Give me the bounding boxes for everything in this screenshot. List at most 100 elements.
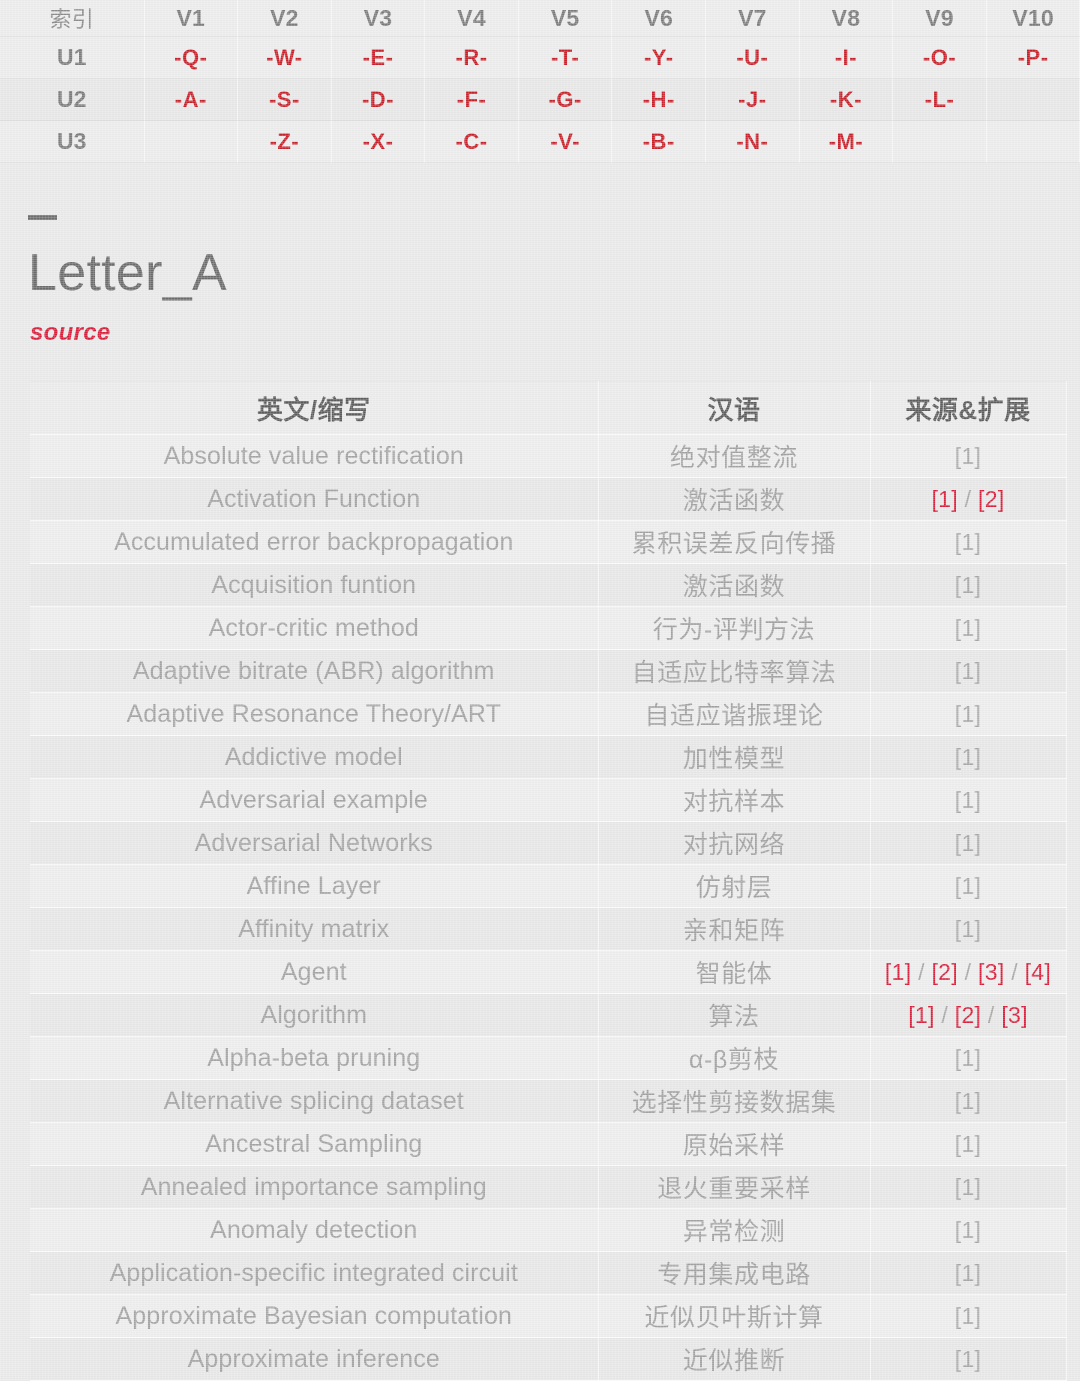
index-row-label: U3 <box>0 120 145 163</box>
index-letter-cell[interactable]: -V- <box>518 120 613 163</box>
glossary-term-english: Application-specific integrated circuit <box>30 1251 599 1296</box>
glossary-term-chinese: 异常检测 <box>598 1208 871 1253</box>
glossary-term-english: Adaptive Resonance Theory/ART <box>30 692 599 737</box>
index-letter-cell[interactable]: -X- <box>331 120 426 163</box>
glossary-term-english: Approximate inference <box>30 1337 599 1381</box>
glossary-source-refs[interactable]: [1] / [2] / [3] <box>870 993 1067 1038</box>
glossary-table: 英文/缩写 汉语 来源&扩展 Absolute value rectificat… <box>30 381 1067 1381</box>
table-row: Activation Function 激活函数 [1] / [2] <box>30 477 1067 522</box>
glossary-term-english: Agent <box>30 950 599 995</box>
table-row: Anomaly detection 异常检测 [1] <box>30 1208 1067 1253</box>
source-ref-link[interactable]: [3] <box>1001 1002 1027 1028</box>
index-letter-cell[interactable]: -I- <box>799 36 894 79</box>
index-letter-cell[interactable]: -Y- <box>611 36 707 79</box>
index-letter-cell[interactable]: -A- <box>144 78 239 121</box>
glossary-term-chinese: 亲和矩阵 <box>598 907 871 952</box>
glossary-term-chinese: 加性模型 <box>598 735 871 780</box>
table-row: Ancestral Sampling 原始采样 [1] <box>30 1122 1067 1167</box>
source-ref-link[interactable]: [2] <box>978 486 1004 512</box>
source-ref-link[interactable]: [1] <box>931 486 957 512</box>
index-letter-cell[interactable]: -N- <box>705 120 800 163</box>
index-letter-cell[interactable]: -D- <box>331 78 426 121</box>
index-letter-cell[interactable]: -J- <box>705 78 800 121</box>
source-ref-separator: / <box>911 958 932 985</box>
glossary-term-chinese: 近似贝叶斯计算 <box>598 1294 871 1339</box>
glossary-term-chinese: 行为-评判方法 <box>598 606 871 651</box>
index-letter-cell[interactable]: -R- <box>424 36 519 79</box>
index-letter-cell[interactable]: -Z- <box>237 120 332 163</box>
index-letter-cell[interactable]: -O- <box>892 36 987 79</box>
index-col-v6: V6 <box>611 0 707 37</box>
source-ref-link: [1] <box>954 743 982 770</box>
index-row-u1: U1 -Q- -W- -E- -R- -T- -Y- -U- -I- -O- -… <box>0 36 1080 79</box>
index-letter-cell[interactable]: -W- <box>237 36 332 79</box>
glossary-source-refs: [1] <box>870 907 1067 952</box>
glossary-source-refs: [1] <box>870 864 1067 909</box>
table-row: Adversarial example 对抗样本 [1] <box>30 778 1067 823</box>
table-row: Approximate Bayesian computation 近似贝叶斯计算 [… <box>30 1294 1067 1339</box>
title-divider-rule <box>28 215 57 220</box>
index-col-v8: V8 <box>799 0 894 37</box>
glossary-table-head: 英文/缩写 汉语 来源&扩展 <box>30 381 1067 436</box>
glossary-term-chinese: 自适应比特率算法 <box>598 649 871 694</box>
source-ref-link: [1] <box>954 1259 982 1286</box>
index-letter-cell[interactable]: -B- <box>611 120 707 163</box>
index-letter-cell[interactable]: -Q- <box>144 36 239 79</box>
table-row: Application-specific integrated circuit 专… <box>30 1251 1067 1296</box>
glossary-term-english: Anomaly detection <box>30 1208 599 1253</box>
glossary-term-chinese: 激活函数 <box>598 563 871 608</box>
index-letter-cell[interactable]: -L- <box>892 78 987 121</box>
index-letter-cell[interactable]: -T- <box>518 36 613 79</box>
glossary-source-refs[interactable]: [1] / [2] / [3] / [4] <box>870 950 1067 995</box>
source-ref-link[interactable]: [1] <box>908 1002 934 1028</box>
index-letter-cell-empty <box>892 120 987 163</box>
index-letter-cell[interactable]: -C- <box>424 120 519 163</box>
source-ref-link: [1] <box>954 1130 982 1157</box>
glossary-term-chinese: 对抗样本 <box>598 778 871 823</box>
glossary-source-refs[interactable]: [1] / [2] <box>870 477 1067 522</box>
index-letter-cell[interactable]: -U- <box>705 36 800 79</box>
source-ref-separator: / <box>957 485 979 512</box>
source-ref-link: [1] <box>954 829 982 856</box>
index-letter-cell[interactable]: -F- <box>424 78 519 121</box>
glossary-source-refs: [1] <box>870 1208 1067 1253</box>
glossary-term-english: Adversarial Networks <box>30 821 599 866</box>
glossary-source-refs: [1] <box>870 1294 1067 1339</box>
table-row: Alpha-beta pruning α-β剪枝 [1] <box>30 1036 1067 1081</box>
glossary-source-refs: [1] <box>870 649 1067 694</box>
source-ref-link[interactable]: [3] <box>978 959 1004 985</box>
source-ref-link: [1] <box>954 657 982 684</box>
glossary-source-refs: [1] <box>870 1251 1067 1296</box>
source-ref-link[interactable]: [2] <box>931 959 957 985</box>
table-row: Actor-critic method 行为-评判方法 [1] <box>30 606 1067 651</box>
glossary-source-refs: [1] <box>870 1079 1067 1124</box>
glossary-term-english: Acquisition funtion <box>30 563 599 608</box>
glossary-term-english: Algorithm <box>30 993 599 1038</box>
index-letter-cell[interactable]: -H- <box>611 78 707 121</box>
index-letter-cell[interactable]: -M- <box>799 120 894 163</box>
source-ref-link[interactable]: [2] <box>955 1002 981 1028</box>
index-letter-cell[interactable]: -P- <box>986 36 1080 79</box>
index-col-v1: V1 <box>144 0 239 37</box>
index-table-body: U1 -Q- -W- -E- -R- -T- -Y- -U- -I- -O- -… <box>0 36 1080 163</box>
glossary-term-english: Actor-critic method <box>30 606 599 651</box>
source-ref-link[interactable]: [1] <box>885 959 911 985</box>
index-letter-cell[interactable]: -S- <box>237 78 332 121</box>
index-letter-cell[interactable]: -K- <box>799 78 894 121</box>
source-ref-link[interactable]: [4] <box>1025 959 1051 985</box>
column-header-source: 来源&扩展 <box>870 381 1067 436</box>
glossary-term-chinese: 选择性剪接数据集 <box>598 1079 871 1124</box>
glossary-term-chinese: 激活函数 <box>598 477 871 522</box>
index-letter-cell[interactable]: -E- <box>331 36 426 79</box>
source-link[interactable]: source <box>30 319 111 347</box>
glossary-table-body: Absolute value rectification 绝对值整流 [1] Acti… <box>30 434 1067 1381</box>
glossary-term-english: Adaptive bitrate (ABR) algorithm <box>30 649 599 694</box>
page-title: Letter_A <box>28 244 227 302</box>
glossary-source-refs: [1] <box>870 563 1067 608</box>
table-row: Annealed importance sampling 退火重要采样 [1] <box>30 1165 1067 1210</box>
glossary-source-refs: [1] <box>870 520 1067 565</box>
source-ref-link: [1] <box>954 528 982 555</box>
glossary-term-english: Accumulated error backpropagation <box>30 520 599 565</box>
index-row-label: U1 <box>0 36 145 79</box>
index-letter-cell[interactable]: -G- <box>518 78 613 121</box>
